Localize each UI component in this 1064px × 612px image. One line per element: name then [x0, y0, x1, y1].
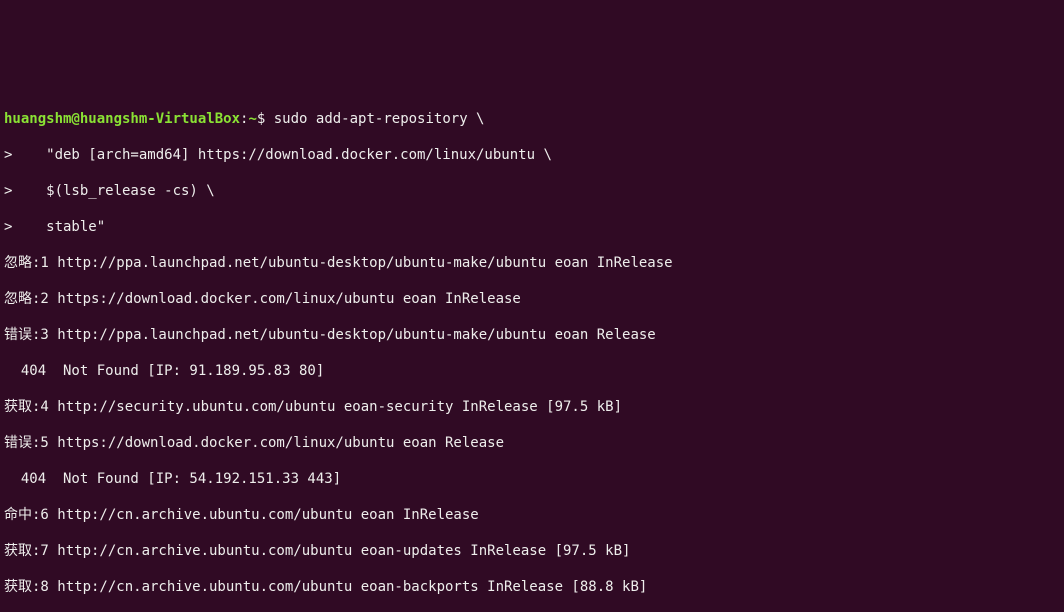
output-line: 忽略:1 http://ppa.launchpad.net/ubuntu-des…: [4, 254, 1060, 272]
prompt-userhost: huangshm@huangshm-VirtualBox: [4, 111, 240, 127]
prompt-line[interactable]: huangshm@huangshm-VirtualBox:~$ sudo add…: [4, 110, 1060, 128]
output-line: 404 Not Found [IP: 91.189.95.83 80]: [4, 362, 1060, 380]
output-line: 获取:8 http://cn.archive.ubuntu.com/ubuntu…: [4, 578, 1060, 596]
continuation-line: > $(lsb_release -cs) \: [4, 182, 1060, 200]
output-line: 错误:3 http://ppa.launchpad.net/ubuntu-des…: [4, 326, 1060, 344]
output-line: 命中:6 http://cn.archive.ubuntu.com/ubuntu…: [4, 506, 1060, 524]
terminal-window[interactable]: huangshm@huangshm-VirtualBox:~$ sudo add…: [0, 90, 1064, 612]
continuation-line: > "deb [arch=amd64] https://download.doc…: [4, 146, 1060, 164]
continuation-line: > stable": [4, 218, 1060, 236]
output-line: 获取:4 http://security.ubuntu.com/ubuntu e…: [4, 398, 1060, 416]
output-line: 获取:7 http://cn.archive.ubuntu.com/ubuntu…: [4, 542, 1060, 560]
output-line: 错误:5 https://download.docker.com/linux/u…: [4, 434, 1060, 452]
command-text: sudo add-apt-repository \: [265, 111, 484, 127]
output-line: 忽略:2 https://download.docker.com/linux/u…: [4, 290, 1060, 308]
output-line: 404 Not Found [IP: 54.192.151.33 443]: [4, 470, 1060, 488]
prompt-path: ~: [248, 111, 256, 127]
